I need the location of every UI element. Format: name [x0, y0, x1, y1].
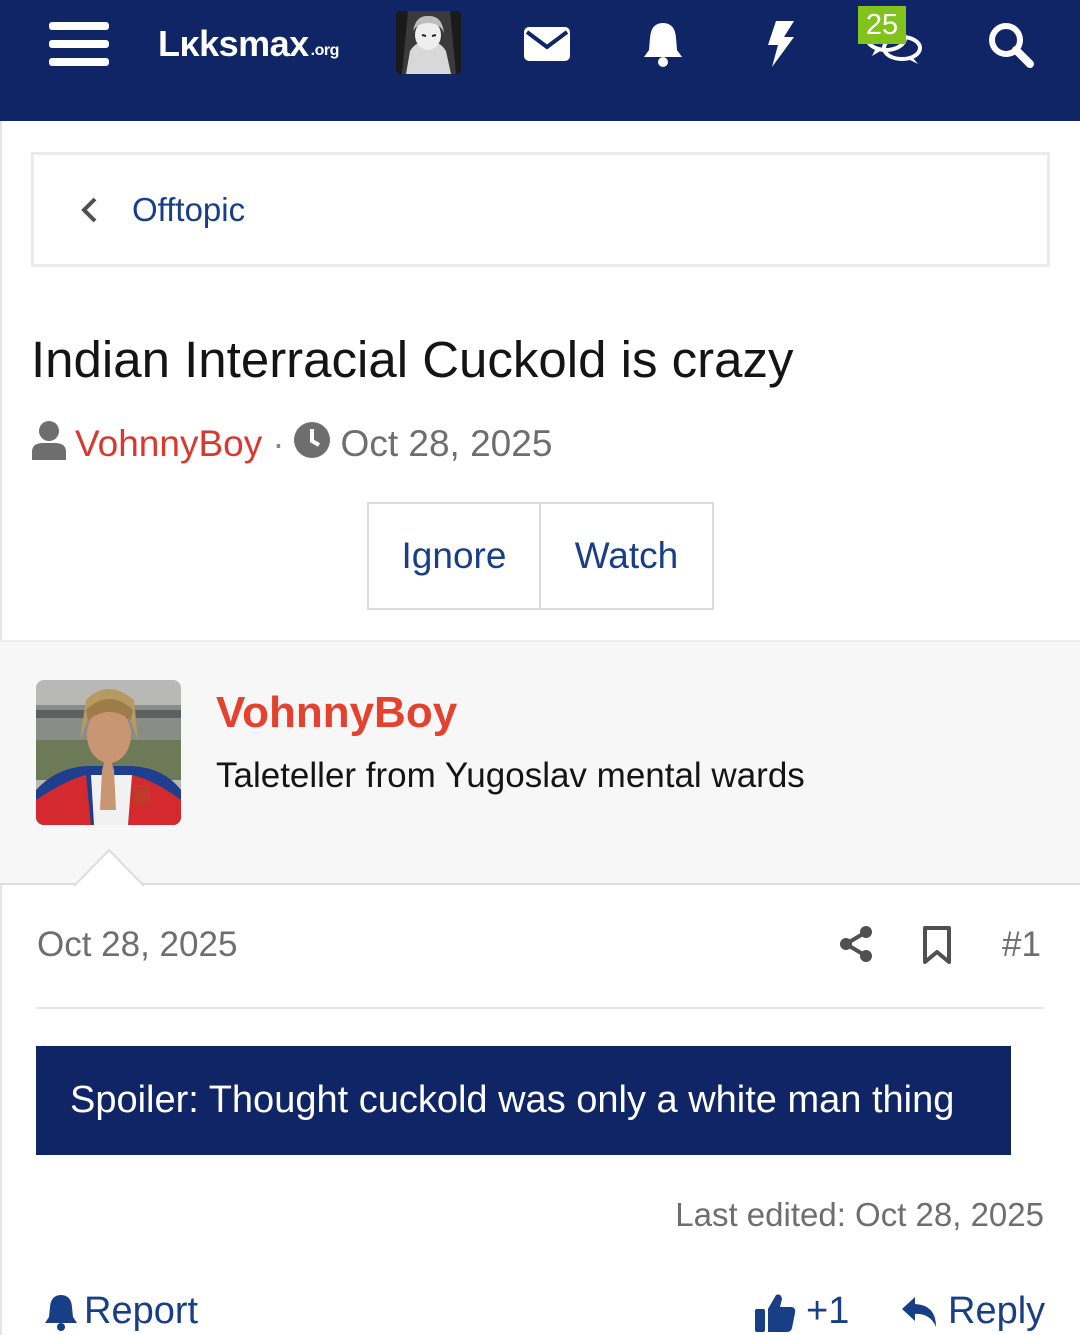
- reply-arrow-icon: [902, 1296, 936, 1327]
- report-bell-icon: [45, 1294, 77, 1331]
- post-user-block: VohnnyBoy Taleteller from Yugoslav menta…: [0, 640, 1080, 885]
- post-number-link[interactable]: #1: [1002, 925, 1041, 965]
- thumbs-up-icon: [755, 1294, 796, 1332]
- post-date[interactable]: Oct 28, 2025: [37, 925, 237, 965]
- post-divider: [36, 1007, 1044, 1009]
- bolt-icon[interactable]: [760, 0, 800, 88]
- search-icon[interactable]: [982, 0, 1038, 88]
- poster-name-link[interactable]: VohnnyBoy: [216, 688, 457, 738]
- user-avatar[interactable]: [396, 11, 461, 74]
- site-logo[interactable]: Lκksmax .org: [158, 0, 373, 88]
- page-title: Indian Interracial Cuckold is crazy: [31, 331, 794, 388]
- bookmark-icon[interactable]: [921, 925, 953, 965]
- share-icon[interactable]: [838, 925, 874, 963]
- watch-button[interactable]: Watch: [541, 504, 712, 608]
- user-block-arrow: [74, 849, 144, 887]
- thread-meta: VohnnyBoy · Oct 28, 2025: [31, 420, 552, 468]
- thread-author-link[interactable]: VohnnyBoy: [75, 423, 262, 465]
- like-button[interactable]: +1: [754, 1290, 849, 1333]
- last-edited-text: Last edited: Oct 28, 2025: [675, 1196, 1044, 1233]
- poster-user-title: Taleteller from Yugoslav mental wards: [216, 756, 805, 795]
- meta-separator: ·: [272, 423, 285, 464]
- bell-icon[interactable]: [638, 0, 688, 88]
- thread-date[interactable]: Oct 28, 2025: [341, 423, 553, 465]
- post-footer: Report +1 Reply: [0, 1290, 1080, 1335]
- ignore-button[interactable]: Ignore: [369, 504, 541, 608]
- spoiler-button[interactable]: Spoiler: Thought cuckold was only a whit…: [36, 1046, 1011, 1155]
- reply-button[interactable]: Reply: [900, 1290, 1045, 1333]
- logo-text: Lκksmax: [158, 23, 309, 64]
- reply-label: Reply: [948, 1290, 1046, 1332]
- chevron-left-icon: [80, 195, 102, 225]
- conversations-badge: 25: [858, 6, 906, 44]
- report-button[interactable]: Report: [44, 1290, 198, 1333]
- top-navigation-bar: Lκksmax .org 25: [0, 0, 1080, 121]
- report-label: Report: [84, 1290, 199, 1332]
- user-icon: [31, 420, 67, 469]
- reaction-count: +1: [806, 1290, 850, 1332]
- thread-actions: Ignore Watch: [367, 502, 714, 610]
- avatar[interactable]: [36, 680, 181, 825]
- clock-icon: [293, 421, 331, 468]
- logo-suffix: .org: [310, 42, 340, 59]
- breadcrumb-link[interactable]: Offtopic: [132, 191, 245, 229]
- mail-icon[interactable]: [520, 0, 574, 88]
- menu-icon[interactable]: [48, 0, 110, 88]
- breadcrumb[interactable]: Offtopic: [31, 152, 1050, 267]
